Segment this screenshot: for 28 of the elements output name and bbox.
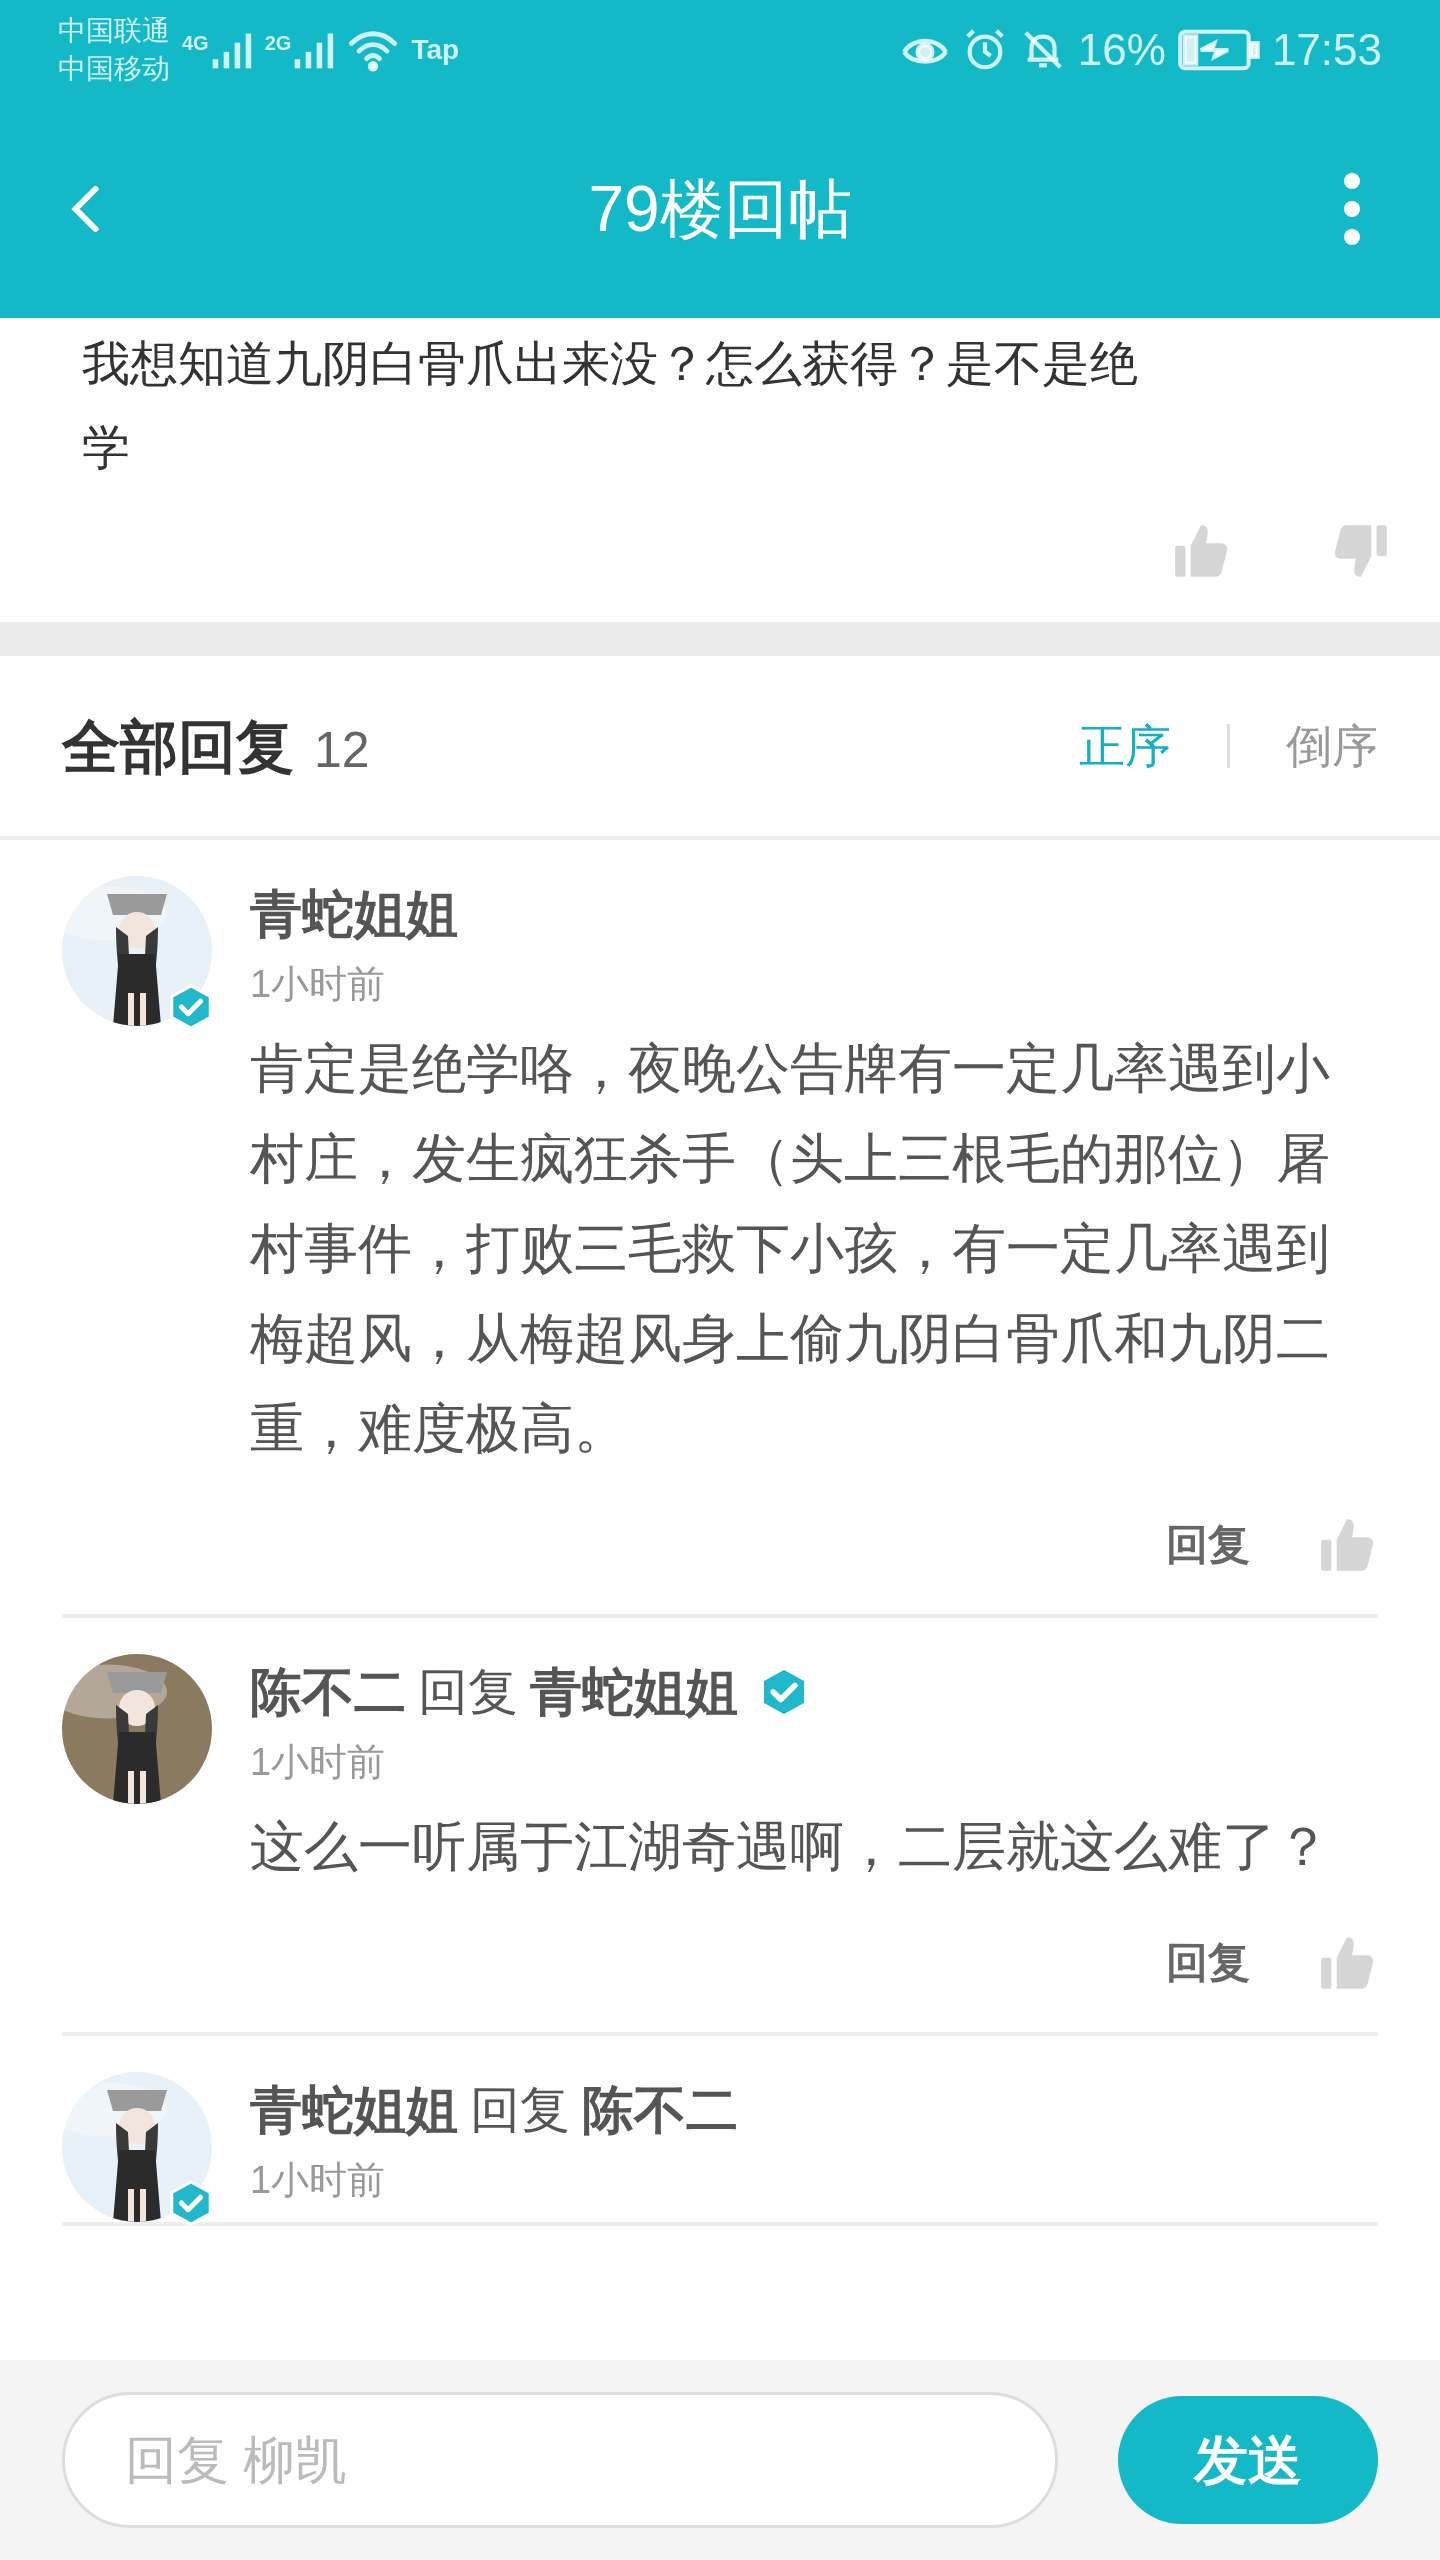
reply-count: 12 (314, 720, 370, 780)
comment-time: 1小时前 (250, 1740, 387, 1785)
post-text: 我想知道九阴白骨爪出来没？怎么获得？是不是绝 (82, 336, 1139, 392)
reply-input-field[interactable]: 回复 柳凯 (62, 2392, 1058, 2528)
carrier-name: 中国移动 (58, 52, 170, 86)
reply-word: 回复 (418, 1662, 518, 1722)
clock-time: 17:53 (1271, 24, 1382, 76)
carrier-name: 中国联通 (58, 14, 170, 48)
reply-to-name[interactable]: 青蛇姐姐 (530, 1653, 738, 1731)
section-title: 全部回复 (62, 712, 294, 781)
author-name[interactable]: 陈不二 (250, 1653, 406, 1731)
author-name[interactable]: 青蛇姐姐 (250, 875, 458, 953)
reply-button[interactable]: 回复 (1166, 1931, 1250, 1994)
post-text: 学 (82, 420, 131, 476)
author-name[interactable]: 青蛇姐姐 (250, 2071, 458, 2149)
battery-charging-icon (1177, 29, 1260, 71)
network-label: Tap (411, 33, 460, 67)
comment-time: 1小时前 (250, 962, 387, 1007)
comment-time: 1小时前 (250, 2158, 387, 2203)
page-title: 79楼回帖 (588, 172, 852, 247)
network-type: 4G (182, 31, 209, 56)
reply-button[interactable]: 回复 (1166, 1513, 1250, 1576)
network-type: 2G (264, 31, 292, 56)
reply-word: 回复 (470, 2080, 570, 2140)
comment-text: 这么一听属于江湖奇遇啊，二层就这么难了？ (250, 1815, 1331, 1878)
battery-percent: 16% (1077, 24, 1166, 76)
comment-text: 肯定是绝学咯，夜晚公告牌有一定几率遇到小村庄，发生疯狂杀手（头上三根毛的那位）屠村事件，打败三毛救下小孩，有一定几率遇到梅超风，从梅超风身上偷九阴白骨爪和九阴二重，难度极高。 (250, 1037, 1331, 1460)
reply-to-name[interactable]: 陈不二 (582, 2071, 738, 2149)
